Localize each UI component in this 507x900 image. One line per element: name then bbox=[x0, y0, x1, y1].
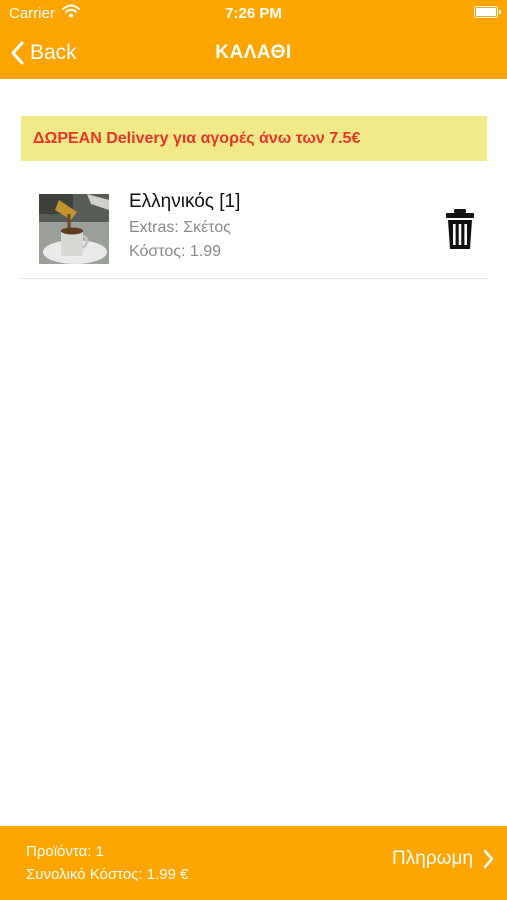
pay-label: Πληρωμη bbox=[392, 848, 473, 869]
item-cost: Κόστος: 1.99 bbox=[129, 243, 221, 260]
cart-summary-bar: Προϊόντα: 1 Συνολικό Κόστος: 1.99 € Πληρ… bbox=[0, 826, 507, 900]
item-extras: Extras: Σκέτος bbox=[129, 219, 231, 236]
navigation-bar: Back ΚΑΛΑΘΙ bbox=[0, 26, 507, 79]
page-title: ΚΑΛΑΘΙ bbox=[215, 42, 292, 63]
free-delivery-banner: ΔΩΡΕΑΝ Delivery για αγορές άνω των 7.5€ bbox=[21, 116, 487, 161]
chevron-right-icon bbox=[483, 849, 494, 869]
product-count: Προϊόντα: 1 bbox=[26, 843, 104, 860]
status-bar: Carrier 7:26 PM bbox=[0, 0, 507, 26]
battery-icon bbox=[474, 6, 501, 18]
trash-icon[interactable] bbox=[444, 207, 476, 251]
cart-item[interactable]: Ελληνικός [1] Extras: Σκέτος Κόστος: 1.9… bbox=[21, 180, 487, 279]
greek-coffee-photo bbox=[39, 194, 109, 264]
item-name: Ελληνικός [1] bbox=[129, 191, 241, 212]
total-cost: Συνολικό Κόστος: 1.99 € bbox=[26, 866, 189, 883]
clock: 7:26 PM bbox=[225, 5, 282, 22]
pay-button[interactable]: Πληρωμη bbox=[392, 848, 494, 870]
